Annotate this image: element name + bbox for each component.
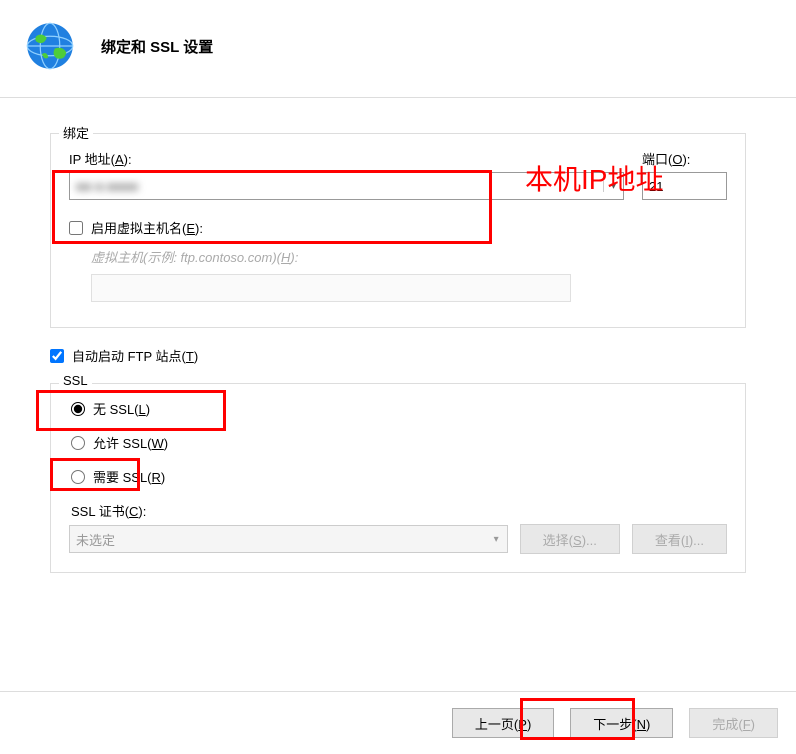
ssl-require-hotkey: R [152, 470, 161, 485]
vhost-input-wrap [91, 274, 727, 302]
ssl-cert-hotkey: C [129, 504, 138, 519]
autostart-hotkey: T [186, 349, 194, 364]
prev-pre: 上一页( [475, 717, 518, 732]
ssl-allow-label: 允许 SSL(W) [93, 433, 168, 452]
ssl-cert-post: ): [138, 504, 146, 519]
ssl-require-row: 需要 SSL(R) [71, 467, 727, 486]
autostart-label: 自动启动 FTP 站点(T) [72, 346, 198, 365]
vhost-hint-pre: 虚拟主机(示例: ftp.contoso.com)( [91, 250, 281, 265]
chevron-down-icon: ▾ [603, 181, 623, 192]
next-button[interactable]: 下一步(N) [570, 708, 673, 738]
finish-button: 完成(F) [689, 708, 778, 738]
vhost-enable-checkbox[interactable] [69, 221, 83, 235]
page-title: 绑定和 SSL 设置 [101, 36, 213, 57]
next-pre: 下一步( [593, 717, 636, 732]
ssl-require-radio[interactable] [71, 470, 85, 484]
ssl-legend: SSL [59, 373, 92, 388]
ssl-none-post: ) [146, 402, 150, 417]
dialog-content: 绑定 IP 地址(A): ■■ ■.■■■■ ▾ 端口(O): [0, 98, 796, 573]
view-pre: 查看( [655, 533, 685, 548]
fin-post: ) [751, 717, 755, 732]
ssl-select-button: 选择(S)... [520, 524, 620, 554]
ssl-none-hotkey: L [139, 402, 146, 417]
ssl-fieldset: SSL 无 SSL(L) 允许 SSL(W) 需要 SSL(R) SSL 证书(… [50, 383, 746, 573]
ssl-cert-select[interactable]: 未选定 ▾ [69, 525, 508, 553]
ssl-none-radio[interactable] [71, 402, 85, 416]
ip-port-row: IP 地址(A): ■■ ■.■■■■ ▾ 端口(O): [69, 149, 727, 200]
dialog-footer: 上一页(P) 下一步(N) 完成(F) [0, 691, 796, 754]
ip-label-pre: IP 地址( [69, 152, 115, 167]
prev-hot: P [518, 717, 527, 732]
ssl-allow-post: ) [164, 436, 168, 451]
vhost-enable-hotkey: E [186, 221, 195, 236]
autostart-pre: 自动启动 FTP 站点( [72, 349, 186, 364]
prev-post: ) [527, 717, 531, 732]
ip-label-post: ): [124, 152, 132, 167]
ip-label: IP 地址(A): [69, 149, 624, 168]
ssl-cert-row: 未选定 ▾ 选择(S)... 查看(I)... [69, 524, 727, 554]
port-label: 端口(O): [642, 149, 727, 168]
ssl-allow-radio[interactable] [71, 436, 85, 450]
vhost-enable-post: ): [195, 221, 203, 236]
port-label-pre: 端口( [642, 152, 672, 167]
chevron-down-icon: ▾ [494, 534, 499, 545]
view-post: )... [689, 533, 704, 548]
ip-hotkey: A [115, 152, 124, 167]
ip-field: IP 地址(A): ■■ ■.■■■■ ▾ [69, 149, 624, 200]
globe-icon [24, 20, 76, 72]
binding-legend: 绑定 [59, 123, 93, 142]
ssl-cert-value: 未选定 [76, 530, 115, 549]
ip-address-value: ■■ ■.■■■■ [70, 179, 603, 194]
port-input[interactable] [643, 173, 726, 199]
ssl-require-pre: 需要 SSL( [93, 470, 152, 485]
binding-fieldset: 绑定 IP 地址(A): ■■ ■.■■■■ ▾ 端口(O): [50, 133, 746, 328]
previous-button[interactable]: 上一页(P) [452, 708, 554, 738]
fin-pre: 完成( [712, 717, 742, 732]
port-label-post: ): [682, 152, 690, 167]
vhost-enable-pre: 启用虚拟主机名( [91, 221, 186, 236]
ip-address-select[interactable]: ■■ ■.■■■■ ▾ [69, 172, 624, 200]
ssl-cert-label: SSL 证书(C): [71, 501, 727, 520]
dialog-header: 绑定和 SSL 设置 [0, 0, 796, 98]
ssl-require-label: 需要 SSL(R) [93, 467, 165, 486]
sel-post: )... [582, 533, 597, 548]
vhost-enable-label: 启用虚拟主机名(E): [91, 218, 203, 237]
autostart-checkbox[interactable] [50, 349, 64, 363]
ssl-allow-row: 允许 SSL(W) [71, 433, 727, 452]
next-hot: N [637, 717, 646, 732]
vhost-hint-hotkey: H [281, 250, 290, 265]
ssl-cert-pre: SSL 证书( [71, 504, 129, 519]
vhost-hint-post: ): [290, 250, 298, 265]
vhost-enable-row: 启用虚拟主机名(E): [69, 218, 727, 237]
port-field: 端口(O): [642, 149, 727, 200]
vhost-hint: 虚拟主机(示例: ftp.contoso.com)(H): [91, 247, 727, 266]
vhost-input [91, 274, 571, 302]
ssl-view-button: 查看(I)... [632, 524, 727, 554]
sel-pre: 选择( [543, 533, 573, 548]
fin-hot: F [743, 717, 751, 732]
next-post: ) [646, 717, 650, 732]
ssl-require-post: ) [161, 470, 165, 485]
ssl-none-pre: 无 SSL( [93, 402, 139, 417]
autostart-post: ) [194, 349, 198, 364]
sel-hot: S [573, 533, 582, 548]
port-input-wrap [642, 172, 727, 200]
port-hotkey: O [672, 152, 682, 167]
ssl-none-row: 无 SSL(L) [71, 399, 727, 418]
ssl-allow-pre: 允许 SSL( [93, 436, 152, 451]
ssl-allow-hotkey: W [152, 436, 164, 451]
ssl-none-label: 无 SSL(L) [93, 399, 150, 418]
autostart-row: 自动启动 FTP 站点(T) [50, 346, 746, 365]
